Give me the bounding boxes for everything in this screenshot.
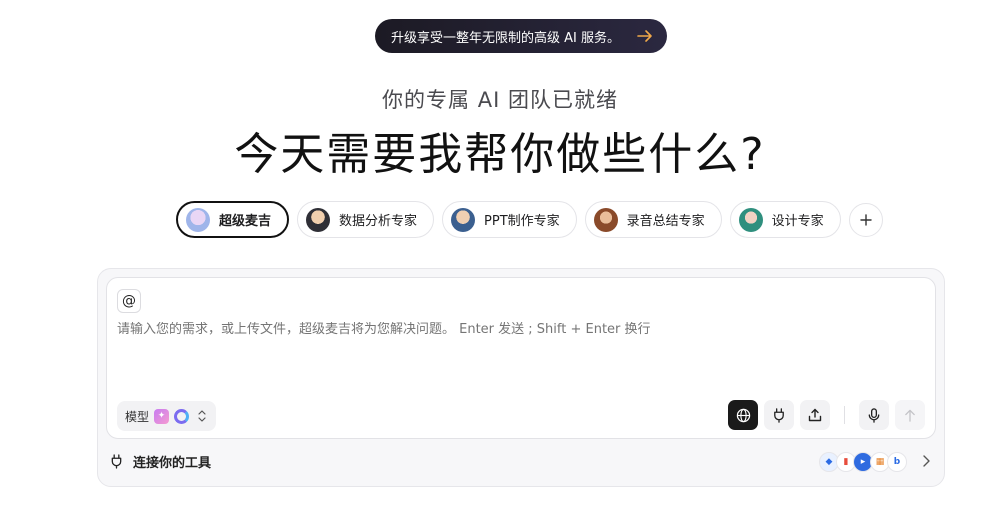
plugin-button[interactable] [764,400,794,430]
avatar [306,207,331,232]
upload-button[interactable] [800,400,830,430]
mic-icon [868,407,880,423]
avatar [451,207,476,232]
promo-text: 升级享受一整年无限制的高级 AI 服务。 [391,30,620,46]
agent-chip-data-analyst[interactable]: 数据分析专家 [297,201,435,238]
upgrade-promo-banner[interactable]: 升级享受一整年无限制的高级 AI 服务。 [375,19,667,53]
chevron-updown-icon [198,410,206,422]
agent-selector: 超级麦吉 数据分析专家 PPT制作专家 录音总结专家 设计专家 [176,201,883,238]
arrow-up-icon [905,409,915,422]
plug-icon [111,454,122,469]
globe-icon [736,408,750,422]
plus-icon [859,213,872,226]
connect-tools-label: 连接你的工具 [133,456,212,471]
send-button[interactable] [895,400,925,430]
avatar [186,207,210,232]
integration-logo-5: b [887,452,907,472]
sparkle-model-icon: ✦ [154,408,170,424]
toolbar-divider [844,406,845,424]
at-icon: @ [122,293,136,309]
hero-subtitle: 你的专属 AI 团队已就绪 [382,88,618,112]
agent-chip-recording-summary[interactable]: 录音总结专家 [584,201,722,238]
agent-label: 超级麦吉 [219,214,272,229]
prompt-input[interactable] [117,322,917,337]
ring-model-icon [174,408,190,424]
plug-icon [774,407,784,423]
agent-label: PPT制作专家 [484,214,560,229]
composer-toolbar [728,400,925,430]
add-agent-button[interactable] [848,202,883,237]
agent-chip-ppt-expert[interactable]: PPT制作专家 [442,201,577,238]
composer-box: @ 模型 ✦ [106,277,936,439]
hero-headline: 今天需要我帮你做些什么? [234,129,766,180]
model-selector[interactable]: 模型 ✦ [117,401,217,431]
agent-label: 数据分析专家 [339,214,418,229]
connect-tools-row[interactable]: 连接你的工具 [110,452,211,471]
avatar [593,207,618,232]
avatar [738,207,763,232]
upload-icon [808,408,822,422]
agent-chip-design-expert[interactable]: 设计专家 [729,201,841,238]
integration-logos: ◆ ▮ ▸ ▦ b [819,452,907,472]
web-search-toggle[interactable] [728,400,758,430]
agent-label: 录音总结专家 [626,214,705,229]
arrow-right-icon [637,29,653,43]
voice-input-button[interactable] [859,400,889,430]
model-label: 模型 [125,409,150,424]
agent-label: 设计专家 [771,214,824,229]
mention-button[interactable]: @ [117,289,141,313]
agent-chip-super-maiji[interactable]: 超级麦吉 [176,201,290,238]
chevron-right-icon[interactable] [922,452,930,471]
